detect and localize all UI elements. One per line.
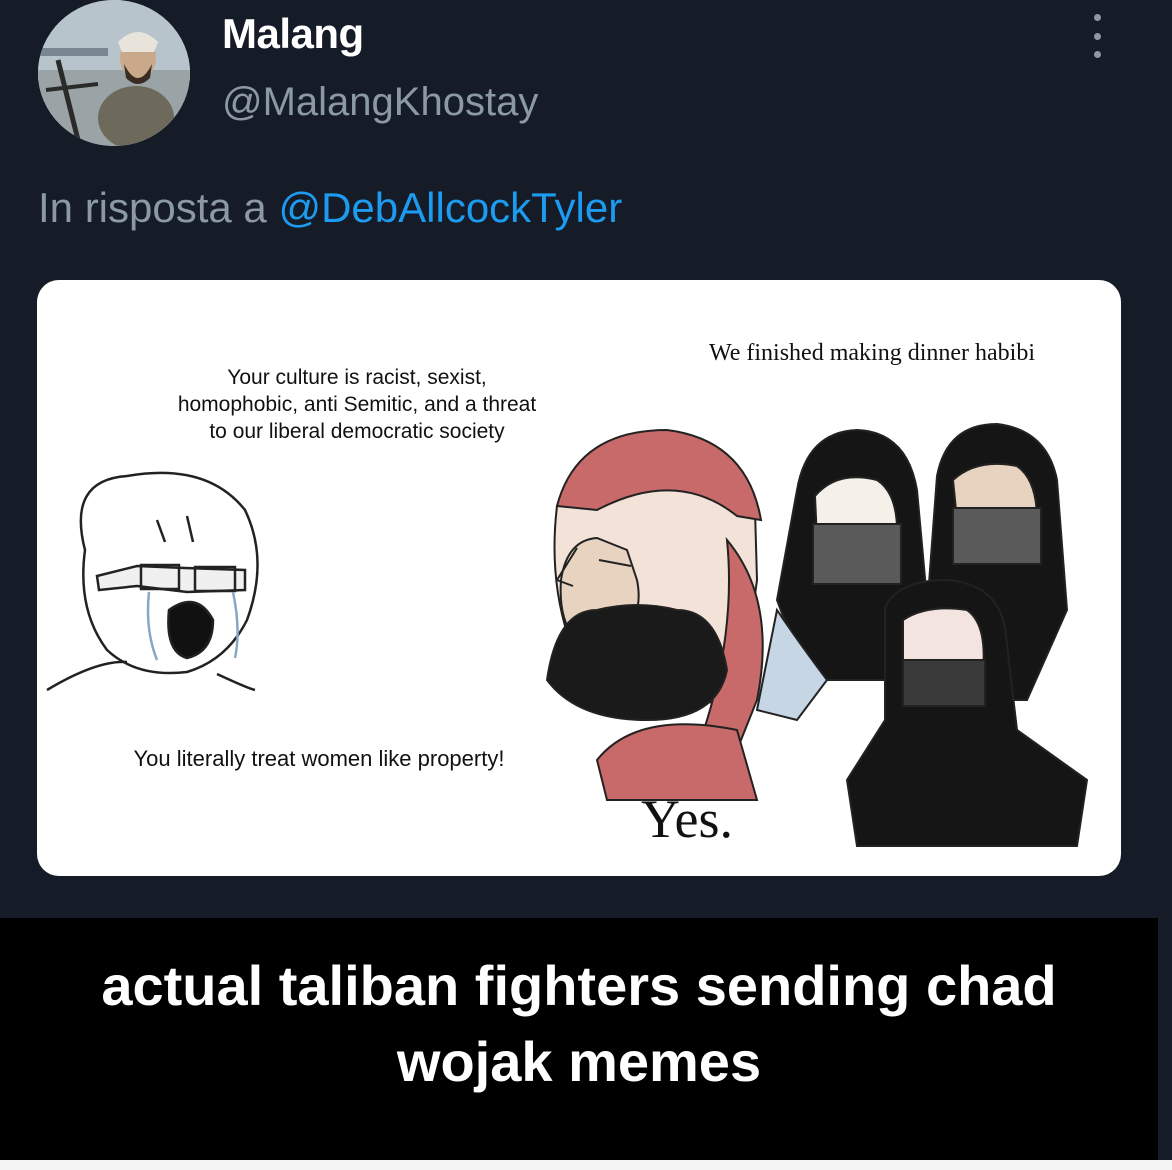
avatar[interactable] — [38, 0, 190, 146]
chad-reply-text: Yes. — [640, 789, 734, 849]
vertical-ellipsis-icon[interactable] — [1086, 14, 1108, 58]
display-name[interactable]: Malang — [222, 10, 364, 58]
meme-caption: actual taliban fighters sending chad woj… — [101, 954, 1057, 1093]
soyjak-drawing — [46, 471, 259, 692]
women-speech-text: We finished making dinner habibi — [709, 340, 1035, 366]
soyjak-speech-text: Your culture is racist, sexist, homophob… — [177, 366, 537, 443]
women-drawing — [755, 422, 1089, 847]
user-handle[interactable]: @MalangKhostay — [222, 80, 538, 125]
caption-bar-edge — [1158, 918, 1172, 1160]
reply-prefix: In risposta a — [38, 184, 267, 231]
chad-drawing — [545, 428, 764, 801]
reply-mention-link[interactable]: @DebAllcockTyler — [278, 184, 622, 231]
reply-context: In risposta a @DebAllcockTyler — [38, 184, 622, 232]
bottom-strip — [0, 1160, 1172, 1170]
profile-photo-icon — [38, 0, 190, 146]
soyjak-speech-text-2: You literally treat women like property! — [133, 746, 505, 771]
tweet-card: Malang @MalangKhostay In risposta a @Deb… — [0, 0, 1172, 918]
meme-image[interactable]: Your culture is racist, sexist, homophob… — [37, 280, 1121, 876]
